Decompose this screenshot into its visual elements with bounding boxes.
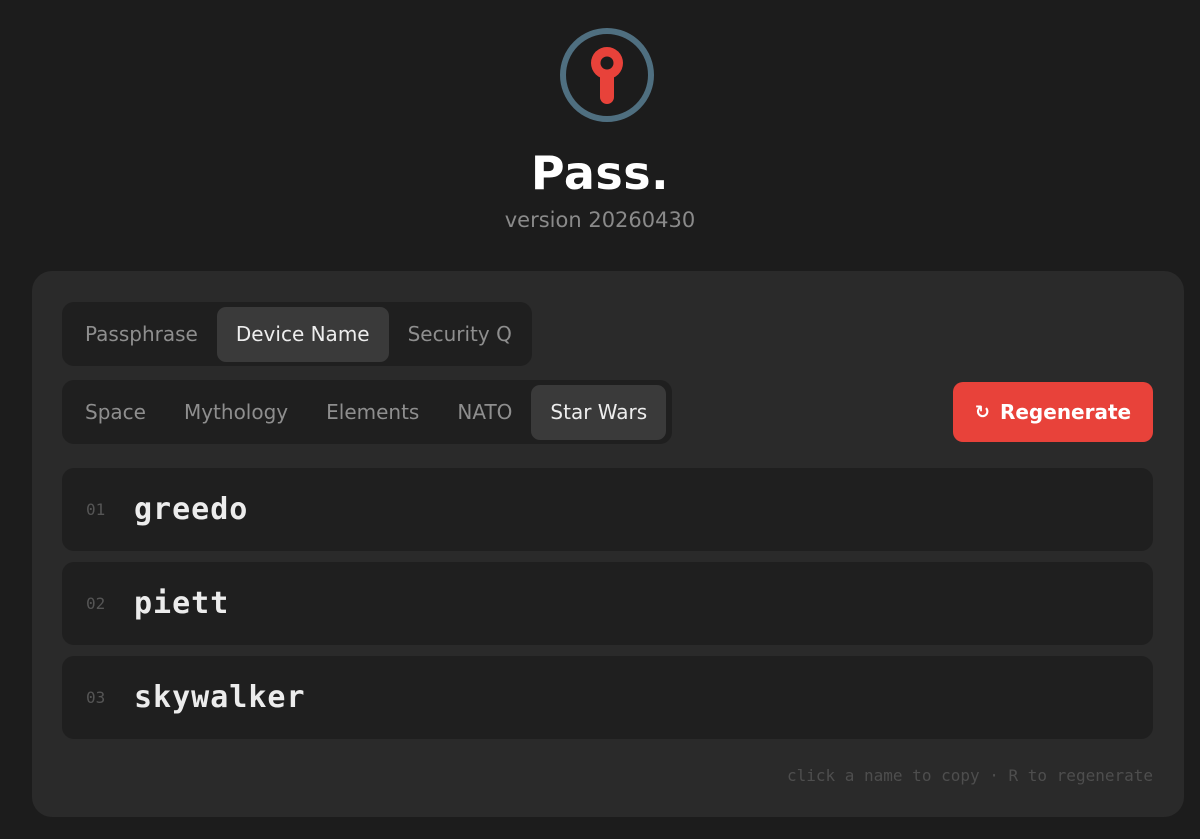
mode-tabs: Passphrase Device Name Security Q <box>62 302 532 366</box>
regenerate-button[interactable]: ↻ Regenerate <box>953 382 1153 442</box>
tab-passphrase[interactable]: Passphrase <box>66 307 217 362</box>
list-item[interactable]: 03 skywalker <box>62 656 1153 739</box>
theme-tabs: Space Mythology Elements NATO Star Wars <box>62 380 672 444</box>
tab-star-wars[interactable]: Star Wars <box>531 384 667 440</box>
row-number: 01 <box>86 500 106 519</box>
list-item[interactable]: 01 greedo <box>62 468 1153 551</box>
tab-space[interactable]: Space <box>66 385 165 440</box>
name-list: 01 greedo 02 piett 03 skywalker <box>62 468 1153 750</box>
tab-device-name[interactable]: Device Name <box>216 306 389 362</box>
tab-elements[interactable]: Elements <box>307 385 438 440</box>
refresh-icon: ↻ <box>974 401 990 423</box>
keyboard-hint: click a name to copy · R to regenerate <box>786 766 1153 785</box>
version-label: version 20260430 <box>504 208 696 232</box>
row-number: 03 <box>86 688 106 707</box>
keyhole-icon <box>560 28 654 122</box>
device-name: greedo <box>134 492 249 527</box>
app-header: Pass. version 20260430 <box>0 0 1200 260</box>
tab-nato[interactable]: NATO <box>438 385 531 440</box>
list-item[interactable]: 02 piett <box>62 562 1153 645</box>
tab-security-q[interactable]: Security Q <box>389 307 531 362</box>
row-number: 02 <box>86 594 106 613</box>
device-name: skywalker <box>134 680 306 715</box>
regenerate-label: Regenerate <box>999 400 1132 424</box>
tab-mythology[interactable]: Mythology <box>165 385 307 440</box>
device-name: piett <box>134 586 230 621</box>
app-title: Pass. <box>530 146 670 200</box>
generator-card: Passphrase Device Name Security Q Space … <box>32 271 1184 817</box>
